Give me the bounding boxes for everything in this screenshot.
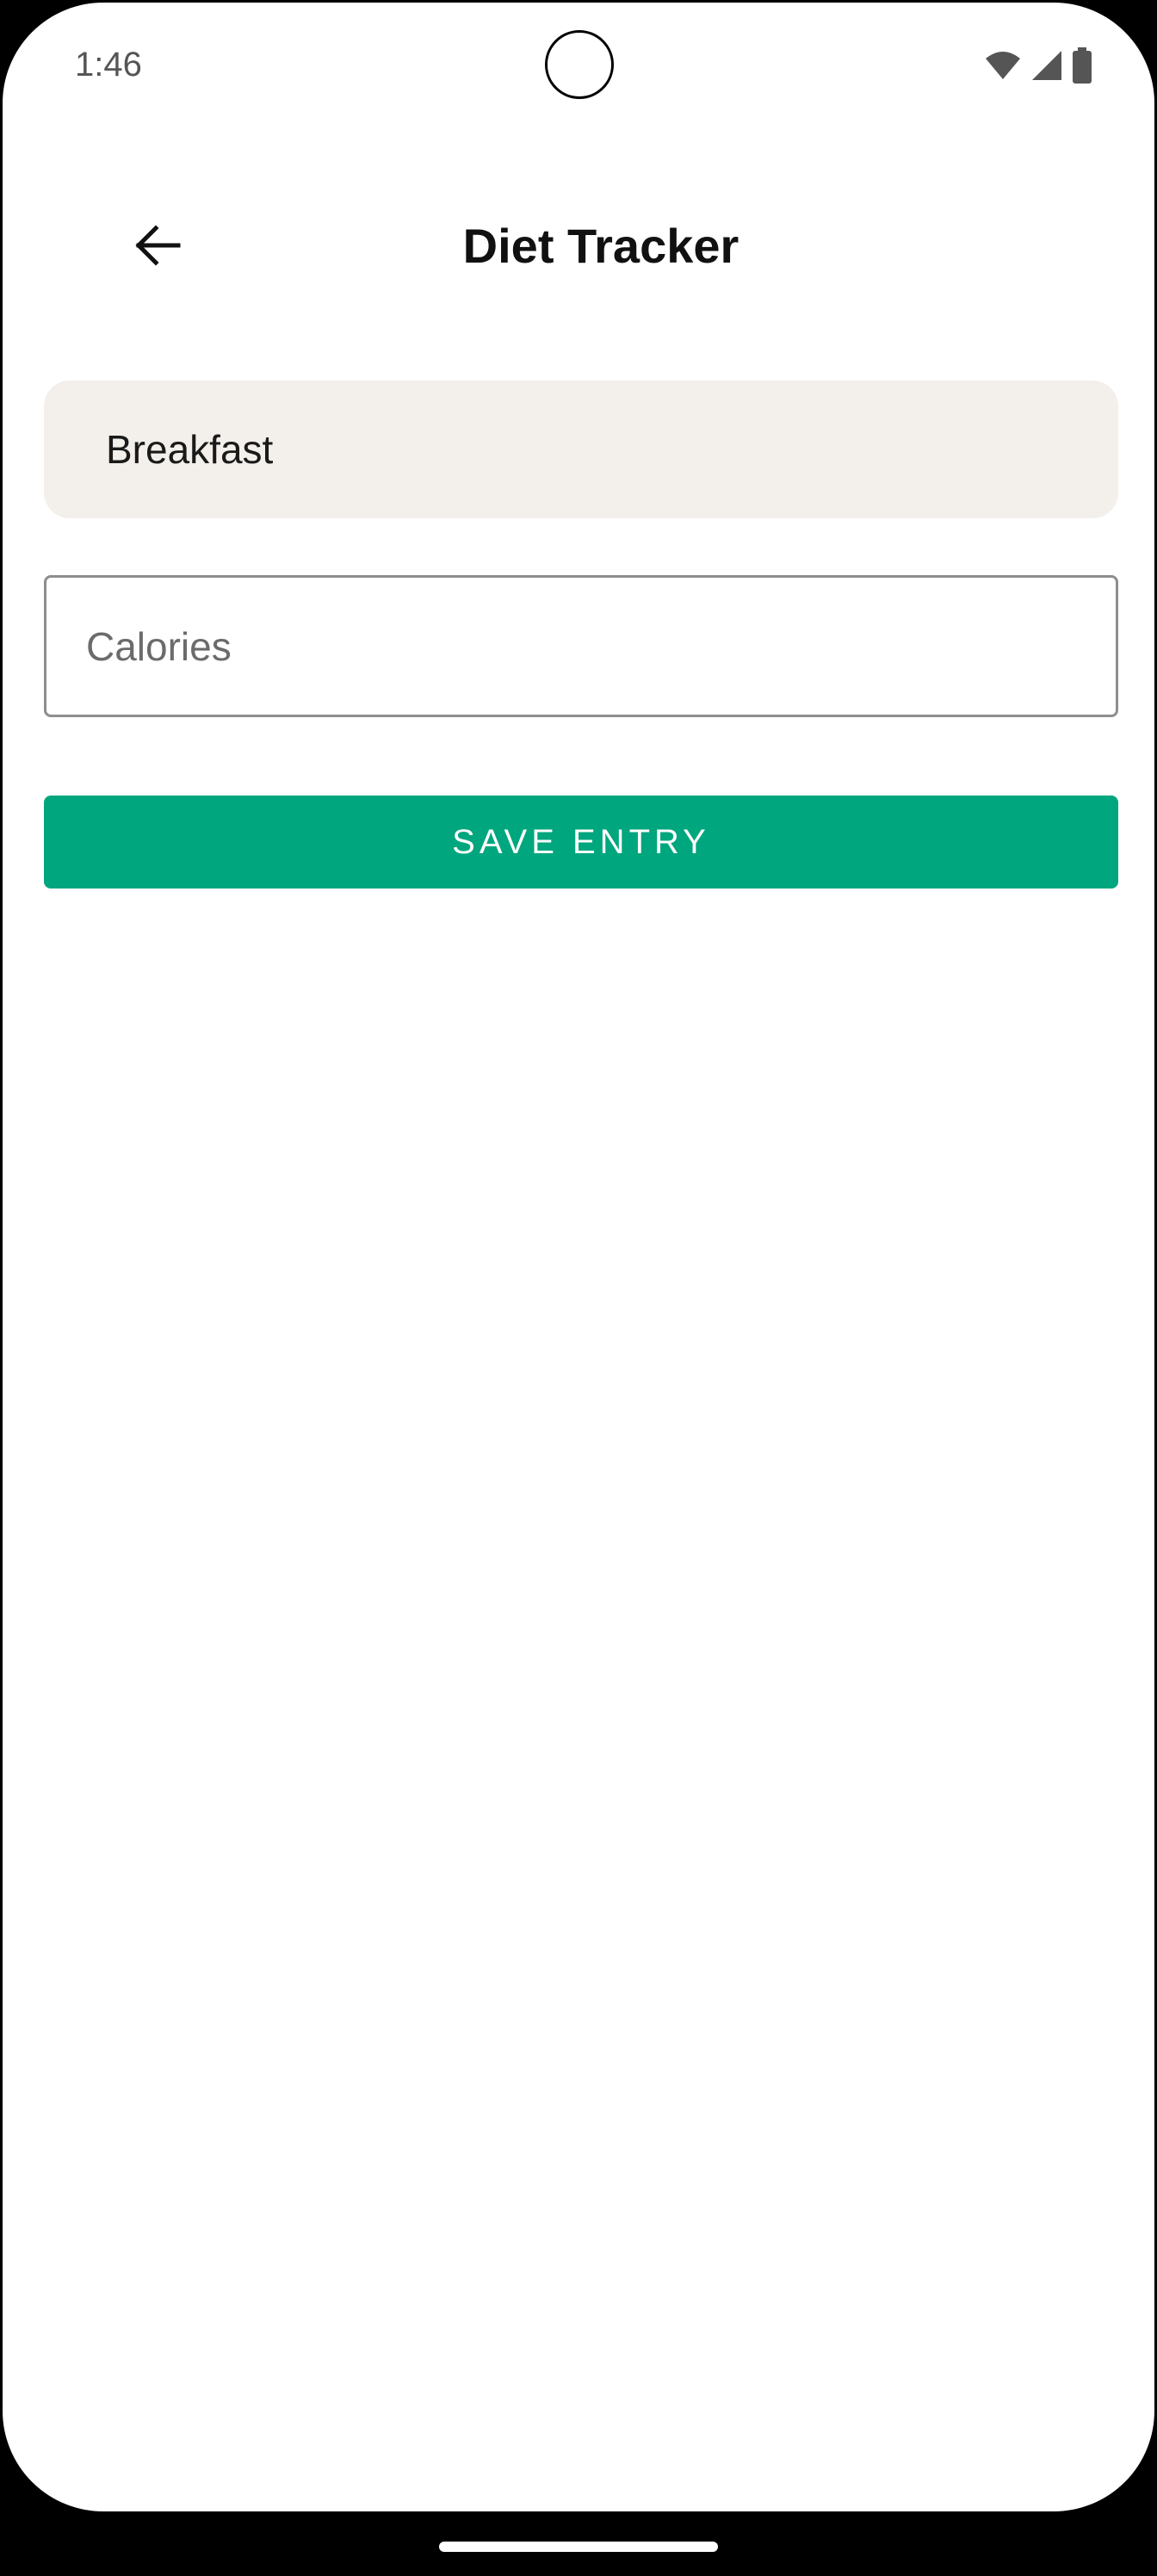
device-frame: 1:46 Diet Tracker Breakfast Calories SAV…: [0, 0, 1157, 2576]
gesture-handle[interactable]: [439, 2542, 718, 2552]
calories-input[interactable]: [86, 578, 1116, 715]
status-icons: [984, 47, 1092, 84]
save-entry-button[interactable]: SAVE ENTRY: [44, 796, 1118, 889]
battery-icon: [1072, 47, 1092, 84]
status-time: 1:46: [75, 46, 142, 84]
camera-cutout: [545, 30, 614, 99]
wifi-icon: [984, 50, 1022, 81]
meal-type-value: Breakfast: [106, 427, 274, 472]
signal-icon: [1030, 49, 1063, 82]
screen: 1:46 Diet Tracker Breakfast Calories SAV…: [0, 0, 1157, 2514]
meal-type-field[interactable]: Breakfast: [44, 381, 1118, 518]
calories-field[interactable]: [44, 575, 1118, 717]
page-title: Diet Tracker: [462, 219, 739, 273]
